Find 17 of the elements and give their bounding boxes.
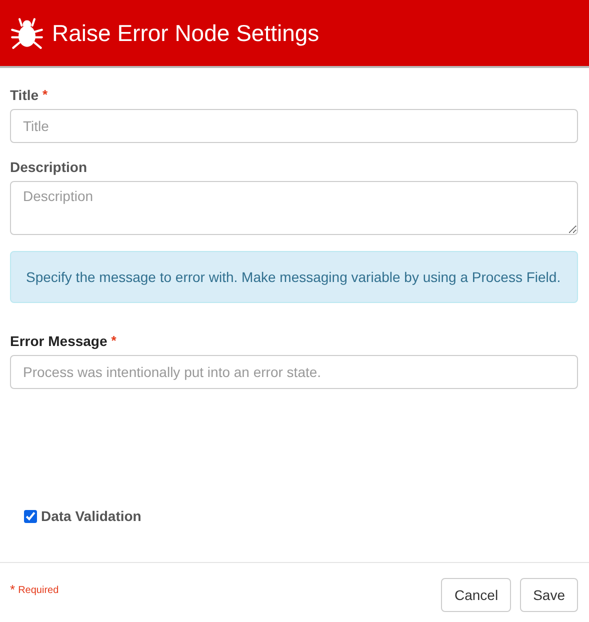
input-field[interactable]: Title: [10, 109, 578, 143]
window-title: Raise Error Node Settings: [52, 20, 320, 46]
dialog-button[interactable]: Cancel: [441, 578, 512, 612]
info-message: Specify the message to error with. Make messaging variable by using a Process Field.: [10, 251, 578, 303]
field-label: Title: [10, 87, 39, 103]
required-note: Required: [18, 585, 59, 598]
text-area[interactable]: Description: [10, 181, 578, 235]
required-mark: *: [111, 333, 116, 349]
required-mark: *: [10, 582, 16, 599]
checkbox-label: Data Validation: [41, 508, 142, 524]
required-mark: *: [42, 87, 48, 103]
dialog-button[interactable]: Save: [520, 578, 578, 612]
bug-icon: [10, 16, 44, 50]
field-label: Error Message: [10, 333, 108, 349]
input-field[interactable]: Process was intentionally put into an error state.: [10, 355, 578, 389]
field-label: Description: [10, 159, 88, 175]
checkbox[interactable]: [24, 510, 37, 522]
